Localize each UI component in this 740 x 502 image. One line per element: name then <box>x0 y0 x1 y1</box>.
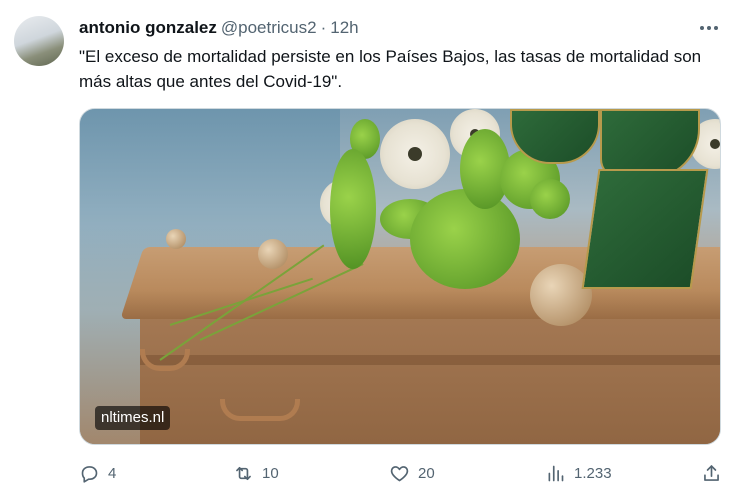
tweet-timestamp[interactable]: 12h <box>330 18 358 38</box>
like-button[interactable]: 20 <box>389 458 435 488</box>
retweet-icon <box>236 466 251 480</box>
share-icon <box>704 464 719 481</box>
share-button[interactable] <box>701 458 722 488</box>
heart-icon <box>390 465 409 481</box>
media-source-label[interactable]: nltimes.nl <box>95 406 171 430</box>
tweet-actions: 4 10 20 1.233 <box>79 458 727 488</box>
tweet-media-image[interactable] <box>79 108 721 445</box>
tweet-header: antonio gonzalez @poetricus2 · 12h <box>79 16 359 40</box>
author-handle[interactable]: @poetricus2 <box>221 18 317 38</box>
views-chart-icon <box>548 465 564 481</box>
retweet-button[interactable]: 10 <box>233 458 279 488</box>
reply-count: 4 <box>108 464 117 482</box>
tweet[interactable]: antonio gonzalez @poetricus2 · 12h "El e… <box>0 0 740 502</box>
author-name[interactable]: antonio gonzalez <box>79 18 217 38</box>
reply-icon <box>81 465 98 483</box>
header-separator: · <box>320 18 327 37</box>
funeral-photo <box>80 109 720 444</box>
reply-button[interactable]: 4 <box>79 458 116 488</box>
tweet-text: "El exceso de mortalidad persiste en los… <box>79 47 702 91</box>
views-count: 1.233 <box>574 464 612 482</box>
retweet-count: 10 <box>262 464 279 482</box>
views-button[interactable]: 1.233 <box>545 458 612 488</box>
more-options-icon[interactable] <box>698 18 720 38</box>
like-count: 20 <box>418 464 435 482</box>
avatar[interactable] <box>14 16 64 66</box>
